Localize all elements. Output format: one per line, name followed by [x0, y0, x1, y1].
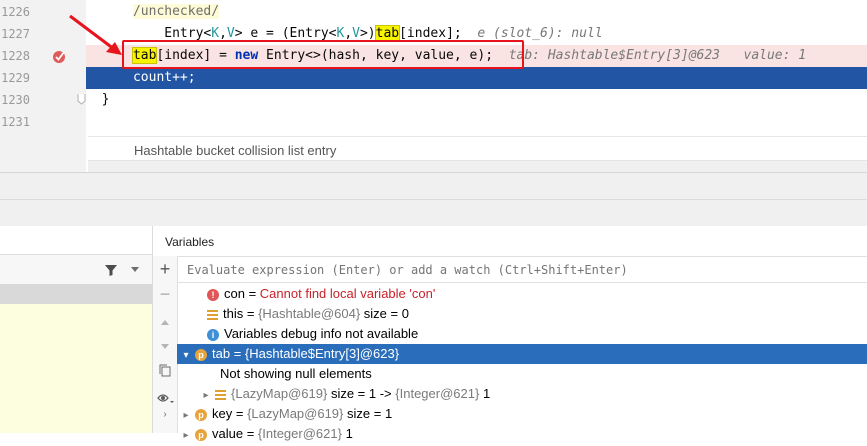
variables-title: Variables: [165, 235, 215, 249]
variable-type: {Hashtable@604}: [258, 306, 361, 321]
variable-row-value[interactable]: ▸ p value = {Integer@621} 1: [177, 424, 867, 444]
variable-extra: size = 1 ->: [330, 386, 392, 401]
variable-row-key[interactable]: ▸ p key = {LazyMap@619} size = 1: [177, 404, 867, 424]
evaluate-expression-input[interactable]: [185, 259, 859, 281]
variable-name: this: [223, 306, 244, 321]
variable-row-tab[interactable]: ▾ p tab = {Hashtable$Entry[3]@623}: [177, 344, 867, 364]
frames-toolbar: [0, 254, 152, 286]
code-token: Entry<: [164, 26, 212, 41]
chevron-down-icon[interactable]: [130, 266, 140, 274]
comment-text: /unchecked/: [132, 4, 220, 19]
error-icon: !: [207, 288, 219, 301]
note-text: Not showing null elements: [220, 366, 372, 381]
fold-marker-icon[interactable]: [77, 94, 86, 105]
variables-side-toolbar: + − ›: [153, 256, 178, 433]
variable-type: {Integer@621}: [257, 426, 342, 441]
variable-error: Cannot find local variable 'con': [259, 286, 436, 301]
code-token: ,: [219, 26, 227, 41]
field-list-icon: [215, 389, 226, 400]
code-line-1230[interactable]: }: [86, 89, 867, 111]
variable-equals: =: [243, 426, 258, 441]
info-text: Variables debug info not available: [224, 326, 419, 341]
variable-name: value: [212, 426, 244, 441]
info-icon: i: [207, 328, 219, 341]
variables-header: Variables: [153, 226, 867, 257]
code-token: ,: [344, 26, 353, 41]
chevron-right-icon[interactable]: ▸: [180, 426, 192, 446]
frame-list-item[interactable]: [0, 284, 152, 304]
variable-row-note: Not showing null elements: [177, 364, 867, 384]
parameter-icon: p: [195, 408, 207, 421]
more-icon[interactable]: ›: [153, 404, 177, 426]
divider: [0, 199, 867, 200]
move-up-icon[interactable]: [160, 319, 170, 326]
code-token: V: [226, 26, 235, 41]
variable-name: con: [224, 286, 245, 301]
variable-equals: =: [243, 306, 259, 321]
evaluate-expression-bar[interactable]: [177, 256, 867, 283]
code-line-1231[interactable]: [86, 111, 867, 133]
code-editor[interactable]: 1226 1227 1228 1229 1230 1231 /unchecked…: [0, 0, 867, 172]
variable-extra: size = 0: [363, 306, 409, 321]
code-line-1229[interactable]: count++;: [86, 67, 867, 89]
variable-extra: 1: [482, 386, 491, 401]
variable-type: {Integer@621}: [395, 386, 480, 401]
line-number: 1230: [1, 93, 30, 107]
chevron-right-icon[interactable]: ▸: [200, 386, 212, 406]
inline-value-hint: e (slot_6): null: [477, 26, 603, 41]
code-token: V: [352, 26, 360, 41]
frame-list[interactable]: [0, 304, 152, 433]
view-icon[interactable]: [157, 392, 175, 404]
variable-equals: =: [230, 346, 245, 361]
variable-name: tab: [212, 346, 231, 361]
move-down-icon[interactable]: [160, 343, 170, 350]
variable-equals: =: [232, 406, 248, 421]
inline-value-hint: tab: Hashtable$Entry[3]@623 value: 1: [508, 48, 807, 63]
chevron-down-icon[interactable]: ▾: [180, 346, 192, 366]
remove-watch-icon[interactable]: −: [153, 283, 177, 305]
parameter-icon: p: [195, 428, 207, 441]
add-watch-icon[interactable]: +: [153, 258, 177, 280]
code-token: > e = (Entry<: [234, 26, 337, 41]
variable-row-element[interactable]: ▸ {LazyMap@619} size = 1 -> {Integer@621}…: [177, 384, 867, 404]
line-number: 1231: [1, 115, 30, 129]
annotation-arrow-icon: [69, 14, 122, 55]
variable-type: {LazyMap@619}: [247, 406, 344, 421]
copy-icon[interactable]: [159, 364, 171, 377]
doc-note-text: Hashtable bucket collision list entry: [134, 143, 337, 158]
code-token: K: [211, 26, 220, 41]
doc-strip: [88, 160, 867, 172]
code-token: [index];: [399, 26, 462, 41]
line-number: 1229: [1, 71, 30, 85]
code-token: >): [359, 26, 376, 41]
code-token: count++;: [132, 70, 196, 85]
field-list-icon: [207, 309, 218, 320]
line-number: 1227: [1, 27, 30, 41]
filter-icon[interactable]: [104, 263, 118, 277]
chevron-right-icon[interactable]: ▸: [180, 406, 192, 426]
variable-row-info: i Variables debug info not available: [177, 324, 867, 344]
code-line-1226[interactable]: /unchecked/: [86, 1, 867, 23]
highlighted-token: tab: [374, 25, 401, 42]
frames-pane[interactable]: [0, 226, 153, 433]
variable-equals: =: [244, 286, 260, 301]
line-number: 1226: [1, 5, 30, 19]
variable-row-this[interactable]: this = {Hashtable@604} size = 0: [177, 304, 867, 324]
variable-type: {LazyMap@619}: [231, 386, 328, 401]
line-number: 1228: [1, 49, 30, 63]
code-token: }: [101, 92, 110, 107]
parameter-icon: p: [195, 348, 207, 361]
annotation-highlight-box: [122, 40, 524, 69]
variable-row-con[interactable]: ! con = Cannot find local variable 'con': [177, 284, 867, 304]
variable-extra: 1: [345, 426, 353, 441]
variable-name: key: [212, 406, 233, 421]
doc-note: Hashtable bucket collision list entry: [88, 136, 867, 163]
variable-type: {Hashtable$Entry[3]@623}: [244, 346, 400, 361]
variable-extra: size = 1: [347, 406, 393, 421]
